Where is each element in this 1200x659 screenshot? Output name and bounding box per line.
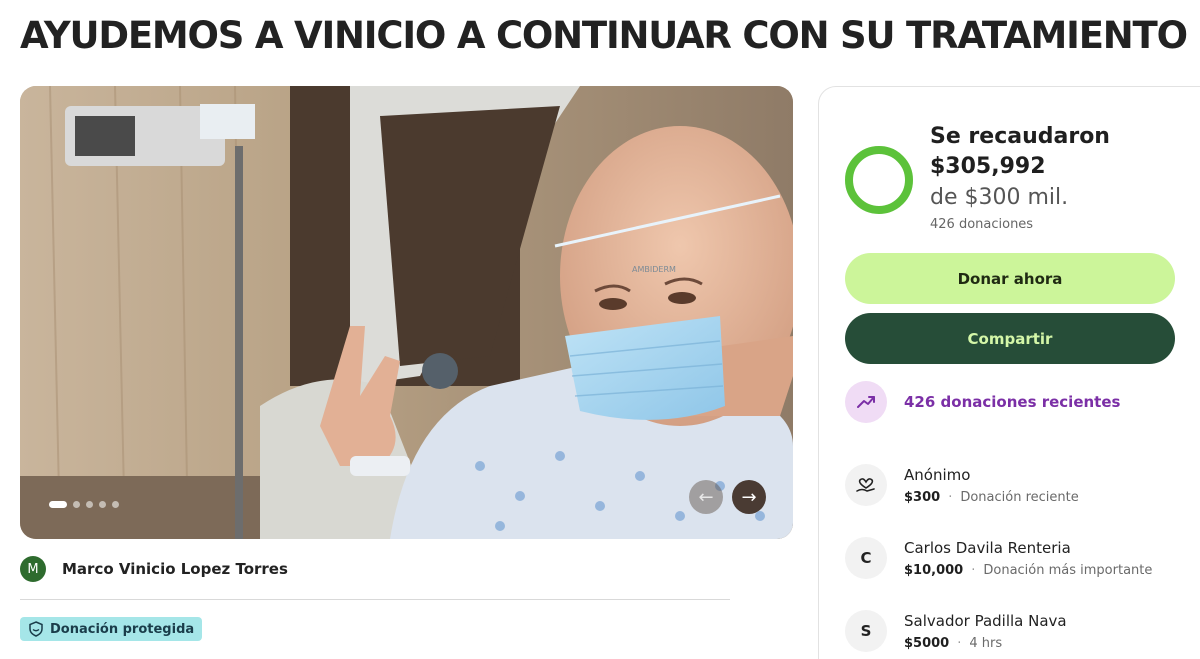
shield-icon: [29, 621, 43, 637]
mask-brand-text: AMBIDERM: [632, 265, 676, 274]
carousel-prev-button[interactable]: ←: [689, 480, 723, 514]
carousel-indicator: [49, 501, 119, 508]
progress-ring: [845, 146, 913, 214]
goal-amount: de $300 mil.: [930, 185, 1069, 210]
recent-donations-label: 426 donaciones recientes: [904, 393, 1121, 411]
arrow-right-icon: →: [741, 486, 757, 508]
campaign-photo: AMBIDERM: [20, 86, 793, 539]
share-button[interactable]: Compartir: [845, 313, 1175, 364]
recent-donations-link[interactable]: 426 donaciones recientes: [845, 381, 1120, 423]
page-title: AYUDEMOS A VINICIO A CONTINUAR CON SU TR…: [20, 14, 1188, 57]
heart-hand-icon: [845, 464, 887, 506]
donor-amount: $5000: [904, 636, 950, 651]
arrow-left-icon: ←: [698, 486, 714, 508]
campaign-photo-carousel[interactable]: AMBIDERM ← →: [20, 86, 793, 539]
organizer-avatar: M: [20, 556, 46, 582]
fundraiser-page: AYUDEMOS A VINICIO A CONTINUAR CON SU TR…: [0, 0, 1200, 659]
organizer-name[interactable]: Marco Vinicio Lopez Torres: [62, 560, 288, 578]
donor-name: Anónimo: [904, 466, 971, 484]
raised-label: Se recaudaron: [930, 124, 1110, 149]
trending-up-icon: [845, 381, 887, 423]
organizer[interactable]: M Marco Vinicio Lopez Torres: [20, 556, 288, 582]
donor-amount: $10,000: [904, 563, 964, 578]
carousel-next-button[interactable]: →: [732, 480, 766, 514]
donor-name: Carlos Davila Renteria: [904, 539, 1071, 557]
donor-item[interactable]: Anónimo $300 · Donación reciente: [845, 464, 1079, 506]
donor-item[interactable]: C Carlos Davila Renteria $10,000 · Donació…: [845, 537, 1152, 579]
protected-donation-badge[interactable]: Donación protegida: [20, 617, 203, 641]
donor-avatar: S: [845, 610, 887, 652]
donor-amount: $300: [904, 490, 941, 505]
donor-note: Donación más importante: [983, 563, 1153, 578]
donor-name: Salvador Padilla Nava: [904, 612, 1067, 630]
donor-note: Donación reciente: [960, 490, 1079, 505]
raised-amount: $305,992: [930, 154, 1046, 179]
donor-note: 4 hrs: [969, 636, 1003, 651]
donor-item[interactable]: S Salvador Padilla Nava $5000 · 4 hrs: [845, 610, 1067, 652]
carousel-dot[interactable]: [73, 501, 80, 508]
donor-avatar: C: [845, 537, 887, 579]
carousel-dot[interactable]: [86, 501, 93, 508]
carousel-dot-active[interactable]: [49, 501, 67, 508]
protected-donation-label: Donación protegida: [50, 621, 195, 637]
donation-count: 426 donaciones: [930, 217, 1034, 232]
carousel-dot[interactable]: [112, 501, 119, 508]
carousel-dot[interactable]: [99, 501, 106, 508]
divider: [20, 599, 730, 600]
donate-now-button[interactable]: Donar ahora: [845, 253, 1175, 304]
